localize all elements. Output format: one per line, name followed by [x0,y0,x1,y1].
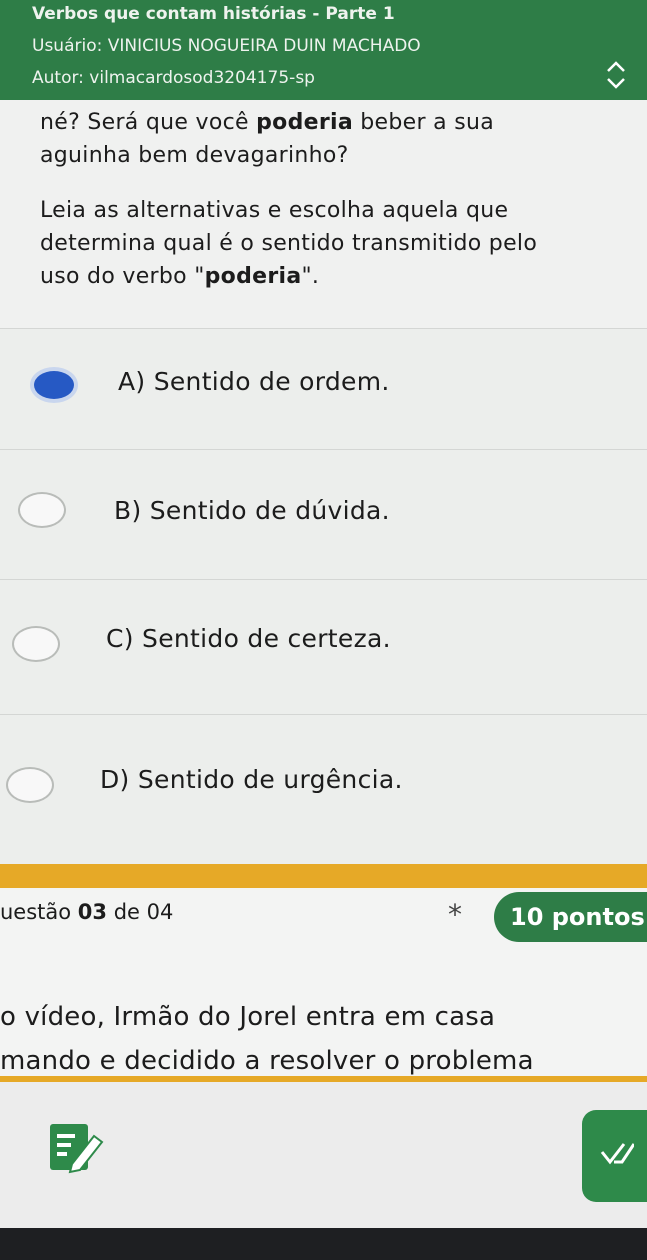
option-label: A) Sentido de ordem. [118,367,390,396]
bottom-toolbar [0,1082,647,1228]
option-b[interactable]: B) Sentido de dúvida. [0,449,647,580]
question-prompt: Leia as alternativas e escolha aquela qu… [40,198,538,289]
radio-icon[interactable] [18,492,66,528]
confirm-button[interactable] [582,1110,647,1202]
section-divider [0,864,647,888]
author-name: Autor: vilmacardosod3204175-sp [32,68,315,88]
option-c[interactable]: C) Sentido de certeza. [0,579,647,715]
edit-note-icon[interactable] [48,1122,104,1174]
question-text-line: o vídeo, Irmão do Jorel entra em casa [0,1002,496,1032]
options-list: A) Sentido de ordem. B) Sentido de dúvid… [0,328,647,864]
question-paragraph: né? Será que você poderia beber a sua agu… [40,110,494,168]
option-d[interactable]: D) Sentido de urgência. [0,714,647,865]
option-label: C) Sentido de certeza. [106,624,391,653]
activity-header: Verbos que contam histórias - Parte 1 Us… [0,0,647,100]
system-nav-bar [0,1228,647,1260]
double-check-icon [600,1143,634,1165]
points-badge: 10 pontos [494,892,647,942]
option-label: D) Sentido de urgência. [100,765,403,794]
chevron-up-down-icon[interactable] [603,58,629,92]
required-mark: * [448,898,462,931]
question-card: uestão 03 de 04 * 10 pontos o vídeo, Irm… [0,888,647,1078]
radio-icon[interactable] [12,626,60,662]
option-label: B) Sentido de dúvida. [114,496,390,525]
option-a[interactable]: A) Sentido de ordem. [0,328,647,450]
radio-icon[interactable] [6,767,54,803]
activity-title: Verbos que contam histórias - Parte 1 [32,4,395,24]
question-text: né? Será que você poderia beber a sua agu… [0,100,647,328]
user-name: Usuário: VINICIUS NOGUEIRA DUIN MACHADO [32,36,421,56]
question-text-line: mando e decidido a resolver o problema [0,1046,534,1076]
question-number: uestão 03 de 04 [0,900,174,924]
radio-selected-icon[interactable] [30,367,78,403]
